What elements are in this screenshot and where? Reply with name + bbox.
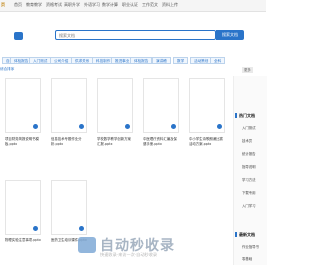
nav-item[interactable]: 工作范文 bbox=[142, 2, 158, 8]
tag-item[interactable]: 供求关系 bbox=[71, 57, 94, 64]
doc-title[interactable]: 项目财务简报说明书模板.pptx bbox=[5, 137, 41, 146]
top-nav: 页 首页 教育教学 资格考试 高职升学 外语学习 数学计算 职业认证 工作范文 … bbox=[0, 0, 266, 12]
doc-type-icon bbox=[217, 124, 222, 129]
doc-card[interactable] bbox=[5, 78, 41, 133]
nav-item[interactable]: 资格考试 bbox=[46, 2, 62, 8]
doc-card[interactable] bbox=[189, 78, 225, 133]
hot-doc-item[interactable]: 学习方法 bbox=[242, 177, 256, 182]
watermark: 自动秒收录 快速收录·来访一次·自动秒收录 bbox=[78, 235, 238, 257]
tag-item[interactable]: 演讲稿 bbox=[152, 57, 171, 64]
new-doc-item[interactable]: 作业指导书 bbox=[242, 244, 259, 249]
doc-card[interactable] bbox=[51, 78, 87, 133]
new-docs-title: 最新文档 bbox=[239, 232, 255, 237]
doc-card[interactable] bbox=[51, 180, 87, 235]
doc-title[interactable]: 信息技术专题作业分析.pptx bbox=[51, 137, 87, 146]
hot-doc-item[interactable]: 统计报告 bbox=[242, 151, 256, 156]
tag-item[interactable]: 数学 bbox=[173, 57, 189, 64]
section-marker bbox=[235, 113, 237, 118]
hot-doc-item[interactable]: 技术员 bbox=[242, 138, 252, 143]
sort-label[interactable]: 综合排序 bbox=[0, 67, 14, 72]
nav-item[interactable]: 高职升学 bbox=[64, 2, 80, 8]
doc-type-icon bbox=[79, 226, 84, 231]
doc-card[interactable] bbox=[97, 78, 133, 133]
doc-title[interactable]: 中医理疗资料汇编及保健手册.pptx bbox=[143, 137, 179, 146]
watermark-logo-icon bbox=[78, 237, 96, 253]
tag-item[interactable]: 全科 bbox=[210, 57, 226, 64]
search-input[interactable] bbox=[59, 33, 179, 38]
search-button[interactable]: 搜索文档 bbox=[216, 30, 244, 40]
doc-type-icon bbox=[171, 124, 176, 129]
hot-doc-item[interactable]: 入门测试 bbox=[242, 125, 256, 130]
search-box[interactable] bbox=[55, 30, 216, 40]
site-logo[interactable] bbox=[14, 30, 52, 42]
nav-item[interactable]: 资料上传 bbox=[162, 2, 178, 8]
doc-type-icon bbox=[125, 124, 130, 129]
nav-item[interactable]: 数学计算 bbox=[102, 2, 118, 8]
doc-card[interactable] bbox=[143, 78, 179, 133]
nav-item[interactable]: 教育教学 bbox=[26, 2, 42, 8]
tag-item[interactable]: 入门测试 bbox=[29, 57, 52, 64]
doc-title[interactable]: 物理实验注意事项.pptx bbox=[5, 238, 41, 243]
doc-card[interactable] bbox=[5, 180, 41, 235]
nav-item[interactable]: 首页 bbox=[14, 2, 22, 8]
doc-type-icon bbox=[33, 226, 38, 231]
hot-doc-item[interactable]: 指导说明 bbox=[242, 164, 256, 169]
hot-docs-title: 热门文档 bbox=[239, 113, 255, 118]
hot-doc-item[interactable]: 入门学习 bbox=[242, 203, 256, 208]
doc-title[interactable]: 中小学生诗歌朗诵比赛活动方案.pptx bbox=[189, 137, 225, 146]
doc-type-icon bbox=[79, 124, 84, 129]
nav-item-active[interactable]: 页 bbox=[1, 2, 5, 8]
tag-item[interactable]: 体检报告 bbox=[130, 57, 153, 64]
tag-item[interactable]: 公司介绍 bbox=[50, 57, 73, 64]
doc-title[interactable]: 学校数学教学创新方案汇报.pptx bbox=[97, 137, 133, 146]
new-doc-item[interactable]: 零基础 bbox=[242, 256, 252, 261]
nav-item[interactable]: 职业认证 bbox=[122, 2, 138, 8]
more-button[interactable]: 更多 bbox=[242, 67, 253, 73]
doc-type-icon bbox=[33, 124, 38, 129]
nav-item[interactable]: 外语学习 bbox=[84, 2, 100, 8]
logo-icon bbox=[14, 32, 23, 40]
watermark-sub: 快速收录·来访一次·自动秒收录 bbox=[100, 252, 158, 257]
hot-doc-item[interactable]: 下载专用 bbox=[242, 190, 256, 195]
